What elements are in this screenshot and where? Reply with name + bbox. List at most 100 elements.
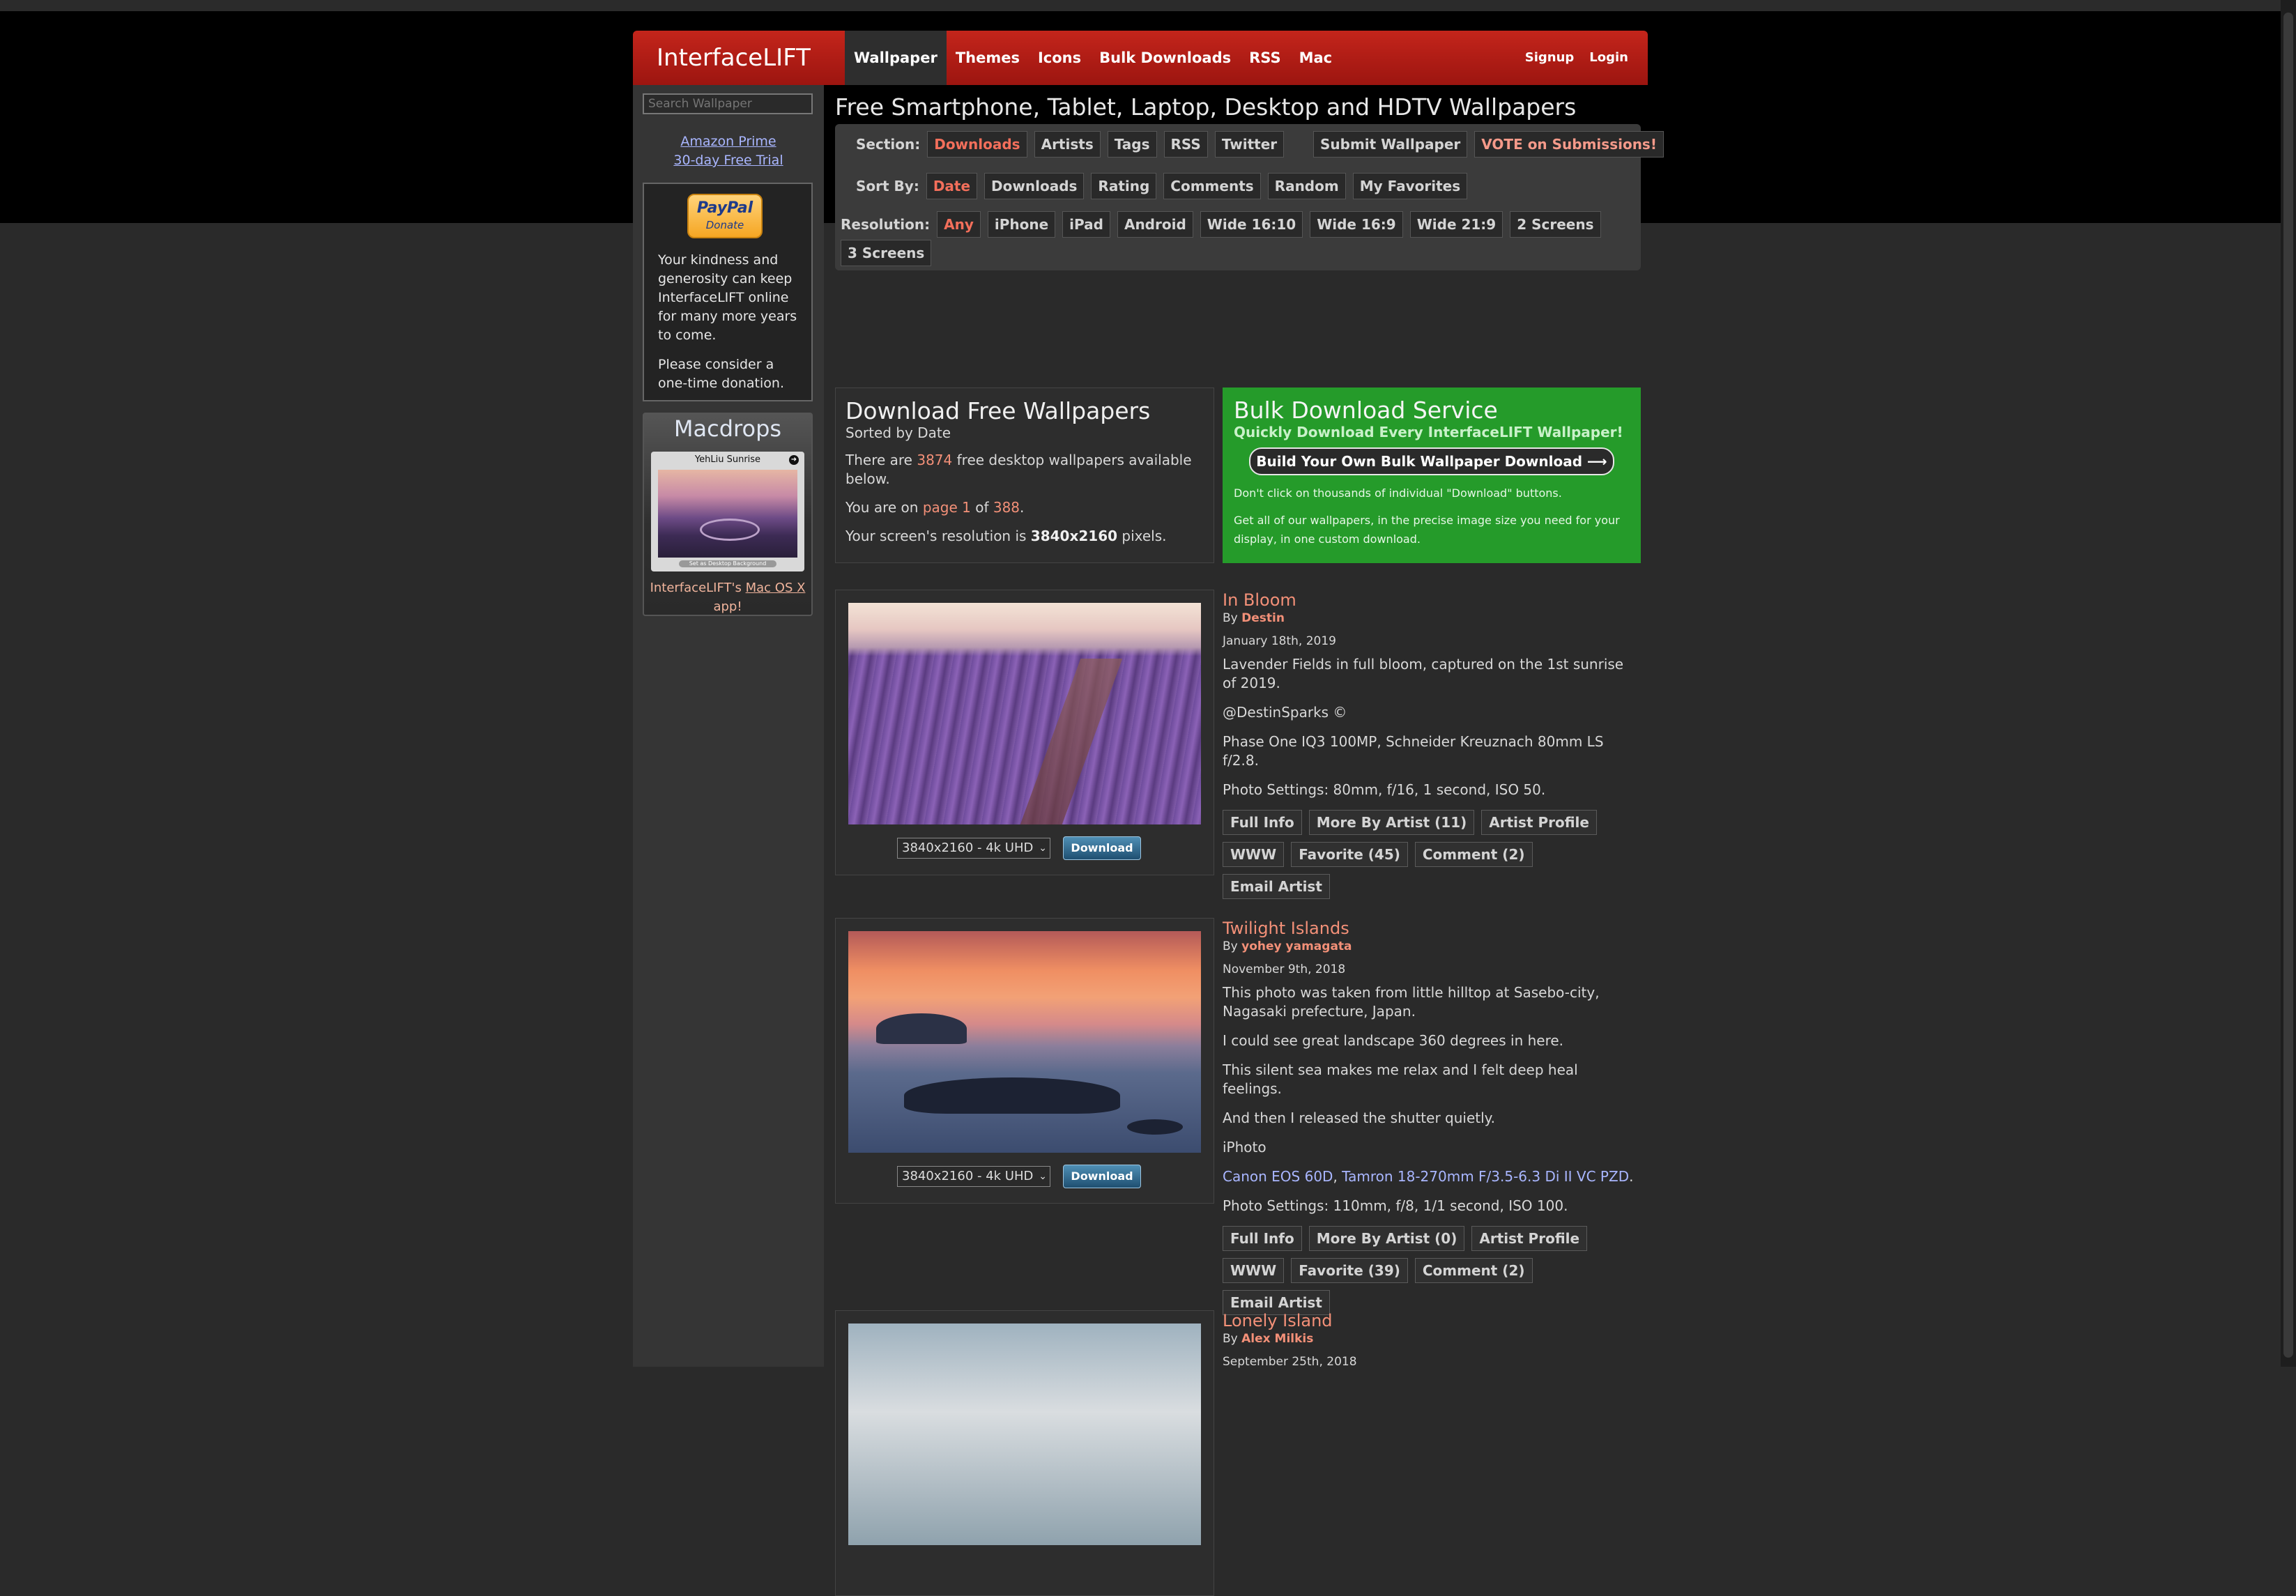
submit-wallpaper-button[interactable]: Submit Wallpaper [1313,131,1468,158]
bulk-title: Bulk Download Service [1234,397,1498,424]
section-downloads[interactable]: Downloads [927,131,1027,158]
camera-link[interactable]: Canon EOS 60D [1223,1168,1333,1185]
auth-links: Signup Login [1525,31,1628,85]
vote-submissions-button[interactable]: VOTE on Submissions! [1474,131,1664,158]
wallpaper-title[interactable]: Lonely Island [1223,1310,1641,1331]
wallpaper-description: I could see great landscape 360 degrees … [1223,1032,1564,1049]
rock-shape [700,519,760,541]
more-by-artist-button[interactable]: More By Artist (0) [1308,1226,1465,1251]
sort-comments[interactable]: Comments [1163,173,1261,199]
full-info-button[interactable]: Full Info [1223,1226,1302,1251]
build-bulk-download-button[interactable]: Build Your Own Bulk Wallpaper Download ⟶ [1249,447,1614,475]
signup-link[interactable]: Signup [1525,31,1575,85]
screen-resolution: 3840x2160 [1030,528,1118,544]
wallpaper-details: Twilight Islands By yohey yamagata Novem… [1223,918,1641,1315]
download-button[interactable]: Download [1063,1165,1141,1188]
wallpaper-count-text: There are 3874 free desktop wallpapers a… [845,451,1204,489]
sort-label: Sort By: [856,178,919,194]
wallpaper-title[interactable]: In Bloom [1223,590,1641,611]
www-button[interactable]: WWW [1223,1258,1285,1283]
section-rss[interactable]: RSS [1163,131,1208,158]
wallpaper-description: This photo was taken from little hilltop… [1223,984,1600,1020]
wallpaper-actions: Full Info More By Artist (11) Artist Pro… [1223,810,1641,899]
amazon-prime-link[interactable]: Amazon Prime 30-day Free Trial [633,132,824,170]
download-info-box: Download Free Wallpapers Sorted by Date … [835,388,1214,563]
nav-mac[interactable]: Mac [1290,31,1342,85]
section-label: Section: [856,136,921,153]
sort-date[interactable]: Date [926,173,978,199]
amazon-prime-label[interactable]: Amazon Prime [633,132,824,151]
macdrops-caption: YehLiu Sunrise [694,454,761,465]
resolution-row-2: 3 Screens [841,240,932,266]
section-row: Section: Downloads Artists Tags RSS Twit… [856,131,1285,158]
artist-link[interactable]: Alex Milkis [1241,1332,1313,1346]
res-iphone[interactable]: iPhone [987,211,1056,238]
artist-profile-button[interactable]: Artist Profile [1471,1226,1588,1251]
artist-profile-button[interactable]: Artist Profile [1481,810,1597,835]
res-any[interactable]: Any [937,211,981,238]
scrollbar-thumb[interactable] [2283,13,2293,1358]
nav-themes[interactable]: Themes [947,31,1029,85]
wallpaper-thumb-box: 3840x2160 - 4k UHD ⌄ Download [835,590,1214,875]
page-of: of [975,499,989,516]
res-suffix: pixels. [1122,528,1167,544]
amazon-trial-label[interactable]: 30-day Free Trial [633,151,824,170]
bulk-download-box: Bulk Download Service Quickly Download E… [1223,388,1641,563]
macdrops-app-text: InterfaceLIFT's Mac OS X app! [644,578,811,616]
section-artists[interactable]: Artists [1034,131,1101,158]
res-android[interactable]: Android [1117,211,1193,238]
res-2-screens[interactable]: 2 Screens [1510,211,1601,238]
wallpaper-thumbnail[interactable] [848,603,1201,824]
wallpaper-byline: By Destin [1223,611,1641,626]
nav-bulk-downloads[interactable]: Bulk Downloads [1090,31,1240,85]
sort-my-favorites[interactable]: My Favorites [1352,173,1468,199]
section-twitter[interactable]: Twitter [1214,131,1285,158]
artist-link[interactable]: Destin [1241,611,1285,625]
full-info-button[interactable]: Full Info [1223,810,1302,835]
wallpaper-actions: Full Info More By Artist (0) Artist Prof… [1223,1226,1641,1315]
wallpaper-thumbnail[interactable] [848,1323,1201,1545]
page-position-text: You are on page 1 of 388. [845,499,1025,516]
comment-button[interactable]: Comment (2) [1414,842,1533,867]
search-input[interactable] [643,93,813,114]
resolution-select[interactable]: 3840x2160 - 4k UHD ⌄ [897,1166,1050,1187]
sort-random[interactable]: Random [1267,173,1346,199]
browser-top-strip [0,0,2296,11]
wallpaper-thumbnail[interactable] [848,931,1201,1153]
section-tags[interactable]: Tags [1107,131,1157,158]
lens-link[interactable]: Tamron 18-270mm F/3.5-6.3 Di II VC PZD [1342,1168,1629,1185]
macdrops-promo[interactable]: Macdrops YehLiu Sunrise ➜ Set as Desktop… [643,413,813,616]
favorite-button[interactable]: Favorite (39) [1291,1258,1408,1283]
nav-icons[interactable]: Icons [1029,31,1090,85]
site-logo[interactable]: InterfaceLIFT [657,31,811,85]
resolution-select[interactable]: 3840x2160 - 4k UHD ⌄ [897,838,1050,859]
page-scrollbar[interactable] [2281,0,2296,1367]
login-link[interactable]: Login [1589,31,1628,85]
res-wide-21-9[interactable]: Wide 21:9 [1409,211,1503,238]
comment-button[interactable]: Comment (2) [1414,1258,1533,1283]
artist-link[interactable]: yohey yamagata [1241,939,1352,953]
site-header: InterfaceLIFT Wallpaper Themes Icons Bul… [633,31,1648,85]
sort-downloads[interactable]: Downloads [984,173,1085,199]
nav-wallpaper[interactable]: Wallpaper [845,31,947,85]
wallpaper-title[interactable]: Twilight Islands [1223,918,1641,939]
download-button[interactable]: Download [1063,836,1141,860]
www-button[interactable]: WWW [1223,842,1285,867]
mac-os-x-link[interactable]: Mac OS X [746,581,806,595]
sort-rating[interactable]: Rating [1091,173,1157,199]
thumbnail-path-shape [1020,659,1123,824]
res-wide-16-10[interactable]: Wide 16:10 [1200,211,1303,238]
total-pages: 388 [993,499,1020,516]
favorite-button[interactable]: Favorite (45) [1291,842,1408,867]
bulk-text-2: Get all of our wallpapers, in the precis… [1234,514,1620,546]
res-ipad[interactable]: iPad [1062,211,1110,238]
nav-rss[interactable]: RSS [1240,31,1289,85]
by-label: By [1223,939,1238,953]
res-3-screens[interactable]: 3 Screens [841,240,932,266]
wallpaper-description: Lavender Fields in full bloom, captured … [1223,656,1624,691]
paypal-donate-button[interactable]: PayPal Donate [687,194,763,238]
current-page: page 1 [922,499,971,516]
res-wide-16-9[interactable]: Wide 16:9 [1310,211,1403,238]
more-by-artist-button[interactable]: More By Artist (11) [1308,810,1475,835]
email-artist-button[interactable]: Email Artist [1223,874,1330,899]
